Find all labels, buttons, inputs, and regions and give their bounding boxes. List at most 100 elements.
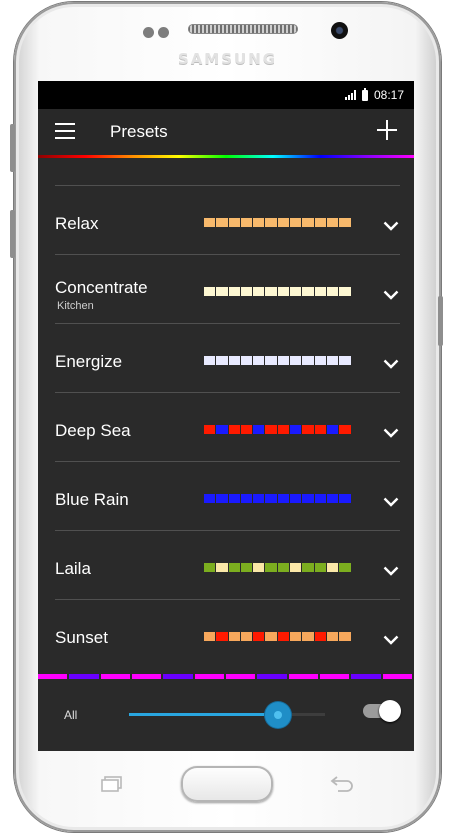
list-divider — [55, 392, 400, 393]
home-button[interactable] — [181, 766, 273, 802]
chevron-down-icon[interactable] — [383, 494, 399, 507]
color-swatch — [314, 425, 326, 434]
color-swatch — [290, 494, 302, 503]
color-swatch — [302, 632, 314, 641]
add-preset-plus-icon[interactable] — [377, 120, 397, 140]
preset-color-swatches — [204, 563, 351, 572]
earpiece-speaker — [188, 24, 298, 34]
chevron-down-icon[interactable] — [383, 218, 399, 231]
color-swatch — [302, 287, 314, 296]
status-bar: 08:17 — [38, 81, 414, 109]
color-swatch — [314, 632, 326, 641]
color-swatch — [240, 632, 253, 641]
color-swatch — [326, 632, 339, 641]
chevron-down-icon[interactable] — [383, 563, 399, 576]
volume-down-button[interactable] — [10, 210, 15, 258]
color-swatch — [240, 425, 253, 434]
preset-row[interactable]: Laila — [38, 533, 414, 601]
color-swatch — [290, 632, 302, 641]
color-swatch — [228, 218, 240, 227]
color-swatch — [240, 287, 253, 296]
color-swatch — [302, 563, 314, 572]
color-swatch — [253, 356, 265, 365]
color-swatch — [216, 287, 228, 296]
color-swatch — [302, 425, 314, 434]
color-swatch — [326, 425, 339, 434]
color-swatch — [290, 563, 302, 572]
color-swatch — [228, 494, 240, 503]
color-swatch — [265, 632, 277, 641]
chevron-down-icon[interactable] — [383, 287, 399, 300]
color-swatch — [277, 425, 290, 434]
color-swatch — [228, 425, 240, 434]
chevron-down-icon[interactable] — [383, 632, 399, 645]
color-swatch — [302, 218, 314, 227]
color-swatch — [339, 425, 351, 434]
brightness-slider-handle[interactable] — [264, 702, 291, 728]
preset-color-swatches — [204, 494, 351, 503]
list-divider — [55, 254, 400, 255]
power-toggle[interactable] — [363, 700, 401, 722]
preset-subtitle: Kitchen — [57, 300, 94, 312]
preset-name: Sunset — [55, 628, 108, 647]
color-swatch — [204, 494, 216, 503]
preset-color-swatches — [204, 356, 351, 365]
color-swatch — [290, 287, 302, 296]
back-icon[interactable] — [329, 774, 355, 792]
preset-name: Concentrate — [55, 278, 148, 297]
color-swatch — [326, 494, 339, 503]
color-swatch — [339, 287, 351, 296]
color-swatch — [265, 218, 277, 227]
color-swatch — [302, 356, 314, 365]
color-swatch — [240, 218, 253, 227]
color-swatch — [290, 218, 302, 227]
chevron-down-icon[interactable] — [383, 425, 399, 438]
status-time: 08:17 — [373, 88, 404, 102]
preset-name: Blue Rain — [55, 490, 129, 509]
preset-color-swatches — [204, 287, 351, 296]
preset-row[interactable]: Sunset — [38, 602, 414, 668]
power-toggle-thumb — [379, 700, 401, 722]
color-swatch — [326, 287, 339, 296]
color-swatch — [204, 632, 216, 641]
color-swatch — [216, 356, 228, 365]
preset-row[interactable]: Relax — [38, 188, 414, 256]
battery-icon — [361, 87, 368, 101]
recent-apps-icon[interactable] — [100, 776, 124, 792]
preset-name: Laila — [55, 559, 91, 578]
list-divider — [55, 599, 400, 600]
color-swatch — [277, 563, 290, 572]
volume-up-button[interactable] — [10, 124, 15, 172]
color-swatch — [277, 632, 290, 641]
color-swatch — [339, 632, 351, 641]
signal-icon — [344, 90, 356, 100]
list-divider — [55, 461, 400, 462]
color-swatch — [204, 356, 216, 365]
preset-color-swatches — [204, 425, 351, 434]
preset-row[interactable]: Energize — [38, 326, 414, 394]
preset-row[interactable]: Deep Sea — [38, 395, 414, 463]
color-swatch — [216, 218, 228, 227]
preset-color-swatches — [204, 218, 351, 227]
menu-icon[interactable] — [55, 123, 75, 139]
brightness-slider[interactable] — [129, 702, 325, 728]
color-swatch — [326, 218, 339, 227]
brand-logo: SAMSUNG — [177, 50, 278, 68]
color-swatch — [339, 563, 351, 572]
color-swatch — [265, 494, 277, 503]
color-swatch — [265, 425, 277, 434]
bottom-control-bar: All — [38, 679, 414, 751]
power-button[interactable] — [438, 296, 443, 346]
color-swatch — [339, 218, 351, 227]
chevron-down-icon[interactable] — [383, 356, 399, 369]
color-swatch — [326, 356, 339, 365]
preset-row[interactable]: Concentrate Kitchen — [38, 257, 414, 325]
color-swatch — [277, 218, 290, 227]
color-swatch — [326, 563, 339, 572]
color-swatch — [216, 494, 228, 503]
color-swatch — [228, 356, 240, 365]
color-swatch — [265, 287, 277, 296]
list-divider — [55, 185, 400, 186]
preset-list[interactable]: Relax Concentrate Kitchen Energize Deep Sea B… — [38, 158, 414, 668]
preset-row[interactable]: Blue Rain — [38, 464, 414, 532]
